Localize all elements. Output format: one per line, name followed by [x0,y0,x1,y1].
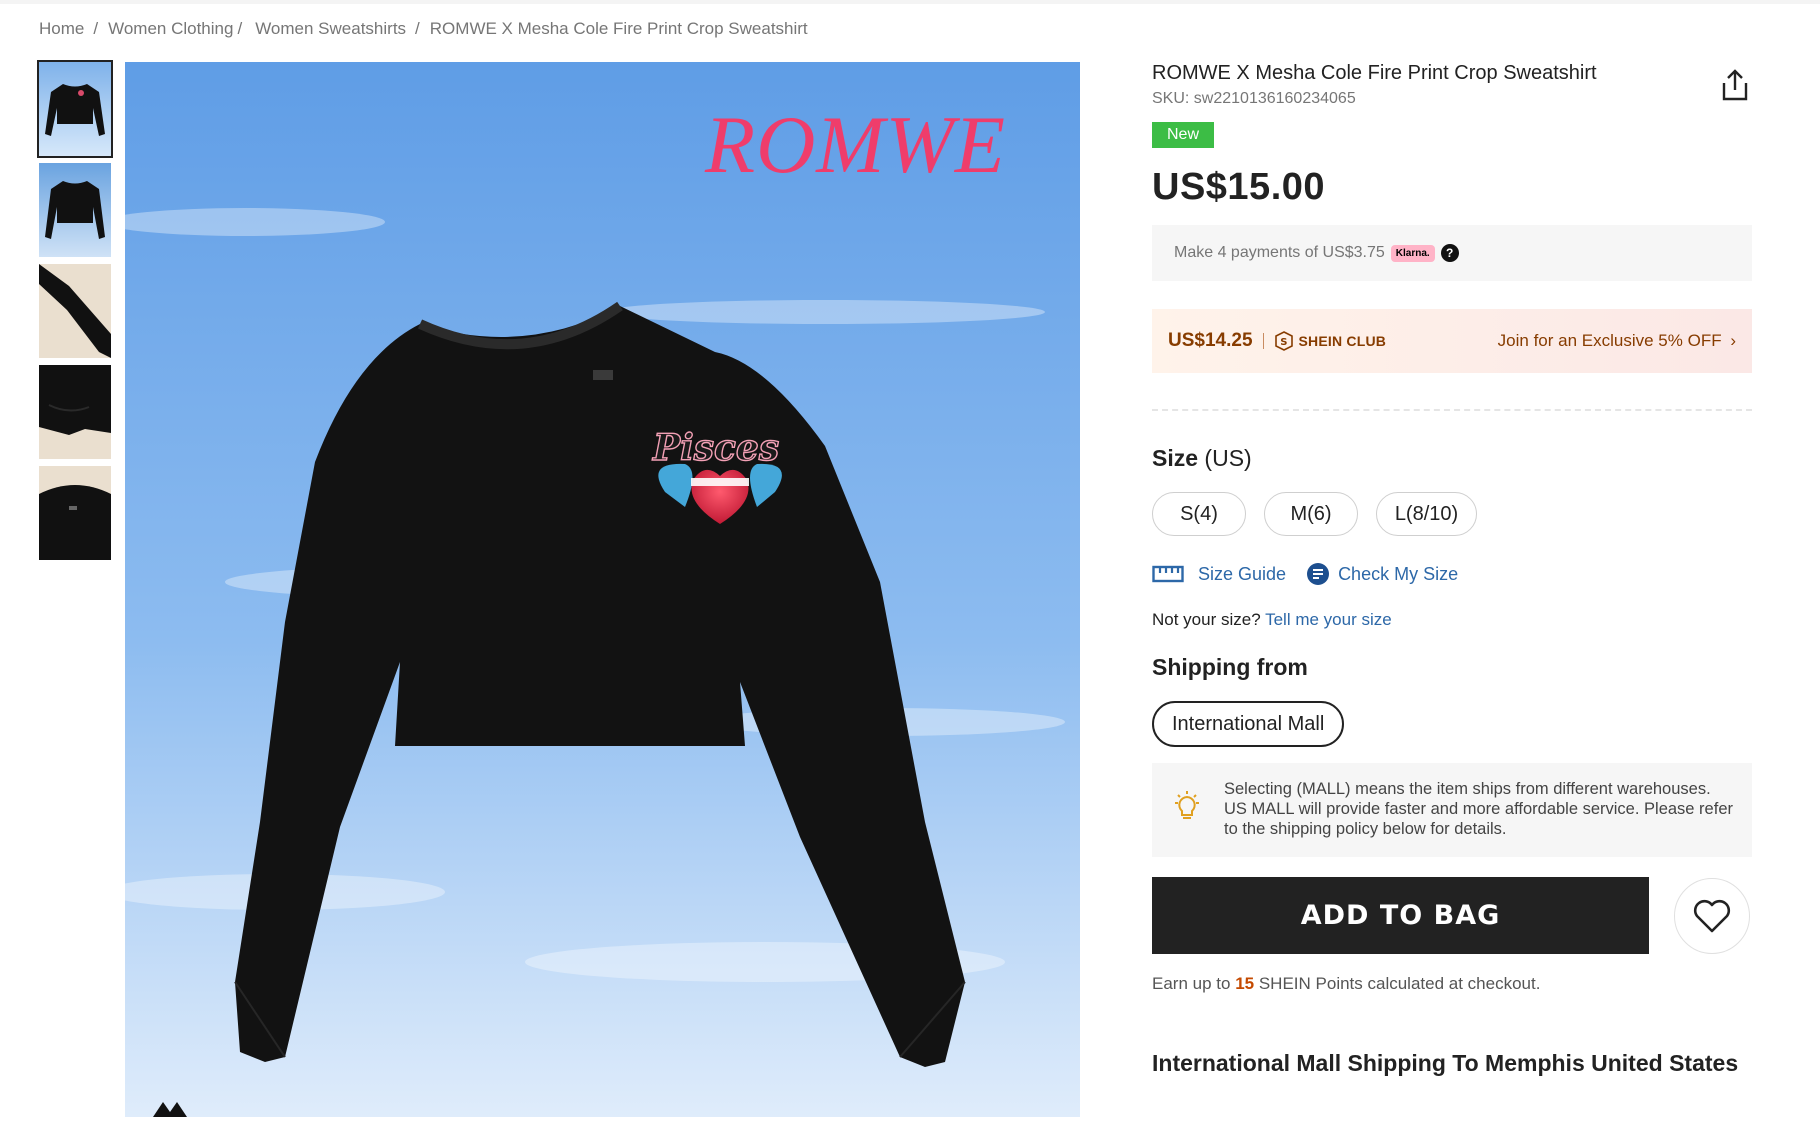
size-option-s[interactable]: S(4) [1152,492,1246,536]
not-your-size: Not your size? Tell me your size [1152,610,1752,630]
thumbnail-list [37,60,113,567]
main-product-image[interactable]: ROMWE Pisces [125,62,1080,1117]
club-name-label: SHEIN CLUB [1298,333,1387,349]
club-divider [1262,333,1264,349]
tell-me-your-size-link[interactable]: Tell me your size [1265,610,1392,629]
lightbulb-icon [1175,791,1199,819]
breadcrumb-current: ROMWE X Mesha Cole Fire Print Crop Sweat… [429,19,808,38]
heart-icon [1693,899,1731,932]
chevron-right-icon: › [1730,331,1736,350]
not-your-size-label: Not your size? [1152,610,1261,629]
shein-club-banner[interactable]: US$14.25 S SHEIN CLUB Join for an Exclus… [1152,309,1752,373]
size-guide-label: Size Guide [1198,563,1287,584]
check-my-size-link[interactable]: Check My Size [1306,562,1458,586]
shein-club-icon: S [1274,331,1293,351]
help-icon[interactable]: ? [1440,244,1459,262]
size-unit: (US) [1204,445,1252,471]
product-title: ROMWE X Mesha Cole Fire Print Crop Sweat… [1152,62,1597,84]
club-join-link[interactable]: Join for an Exclusive 5% OFF › [1498,331,1736,351]
product-price: US$15.00 [1152,166,1326,208]
points-prefix: Earn up to [1152,974,1231,993]
club-join-label: Join for an Exclusive 5% OFF [1497,331,1722,350]
breadcrumb-separator: / [237,19,243,38]
breadcrumb-women-clothing[interactable]: Women Clothing [108,19,233,39]
size-option-m[interactable]: M(6) [1264,492,1358,536]
club-price: US$14.25 [1168,330,1253,351]
print-text: Pisces [652,427,779,469]
breadcrumb-separator: / [415,19,420,38]
add-to-bag-button[interactable]: ADD TO BAG [1152,877,1649,954]
mall-info-text: Selecting (MALL) means the item ships fr… [1224,780,1733,838]
size-option-l[interactable]: L(8/10) [1376,492,1477,536]
breadcrumb-women-sweatshirts[interactable]: Women Sweatshirts [255,19,406,39]
thumbnail-sleeve-detail[interactable] [39,264,111,358]
brand-watermark: ROMWE [704,99,1006,190]
size-links: Size Guide Check My Size [1152,562,1752,586]
points-value: 15 [1235,974,1255,993]
share-icon[interactable] [1720,68,1750,102]
size-heading: Size (US) [1152,445,1752,472]
section-divider [1152,409,1752,411]
check-size-icon [1307,563,1330,585]
klarna-installments: Make 4 payments of US$3.75 Klarna. ? [1152,225,1752,281]
breadcrumb: Home / Women Clothing / Women Sweatshirt… [39,18,808,40]
klarna-logo: Klarna. [1390,244,1435,262]
purchase-row: ADD TO BAG [1152,877,1752,954]
thumbnail-back[interactable] [39,163,111,257]
svg-text:S: S [1280,337,1287,348]
size-guide-link[interactable]: Size Guide [1152,564,1286,585]
breadcrumb-home[interactable]: Home [39,19,84,39]
mall-info-box: Selecting (MALL) means the item ships fr… [1152,763,1752,857]
thumbnail-hem-detail[interactable] [39,365,111,459]
breadcrumb-separator: / [93,19,99,38]
top-bar [0,0,1820,4]
points-suffix: SHEIN Points calculated at checkout. [1258,974,1541,993]
klarna-text: Make 4 payments of US$3.75 [1174,244,1385,261]
product-sku: SKU: sw2210136160234065 [1152,90,1356,107]
shipping-option-international-mall[interactable]: International Mall [1152,701,1345,747]
new-badge: New [1152,122,1215,148]
shipping-to-heading: International Mall Shipping To Memphis U… [1152,1050,1739,1076]
size-options: S(4) M(6) L(8/10) [1152,492,1752,536]
check-my-size-label: Check My Size [1338,563,1459,584]
size-heading-label: Size [1152,445,1199,471]
thumbnail-front[interactable] [37,60,113,158]
ruler-icon [1152,565,1184,583]
points-info: Earn up to 15 SHEIN Points calculated at… [1152,974,1752,994]
shipping-from-heading: Shipping from [1152,654,1308,680]
club-name: S SHEIN CLUB [1274,331,1387,351]
thumbnail-collar-detail[interactable] [39,466,111,560]
product-info-panel: ROMWE X Mesha Cole Fire Print Crop Sweat… [1152,56,1752,1077]
wishlist-button[interactable] [1674,877,1750,954]
